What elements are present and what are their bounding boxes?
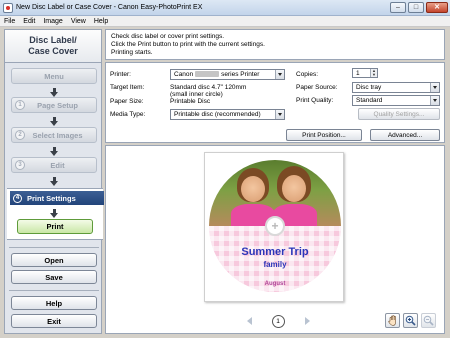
arrow-down-icon [50,117,58,126]
app-icon [3,2,13,13]
help-button[interactable]: Help [11,296,97,310]
menu-view[interactable]: View [67,18,90,25]
instruction-panel: Check disc label or cover print settings… [105,29,445,60]
print-quality-value: Standard [356,97,383,104]
advanced-button[interactable]: Advanced... [370,129,440,141]
copies-stepper[interactable]: 1 ▲ ▼ [352,68,378,78]
open-button[interactable]: Open [11,253,97,267]
media-type-label: Media Type: [110,111,146,118]
arrow-down-icon [50,177,58,186]
maximize-button[interactable]: □ [408,2,424,13]
disc-label-page: Summer Trip family August [204,152,344,302]
copies-value: 1 [356,69,360,77]
quality-settings-button[interactable]: Quality Settings... [358,108,440,120]
step-label: Page Setup [37,100,78,110]
page-number: 1 [271,314,285,328]
media-type-value: Printable disc (recommended) [174,111,261,118]
zoom-out-button[interactable] [421,313,436,328]
page-navigator: 1 [243,314,313,328]
menu-edit[interactable]: Edit [19,18,39,25]
chevron-down-icon [430,83,439,92]
step-label: Select Images [32,130,83,140]
minimize-button[interactable]: – [390,2,406,13]
step-number: 2 [15,130,25,140]
arrow-down-icon [50,209,58,218]
chevron-down-icon [275,110,284,119]
menu-file[interactable]: File [0,18,19,25]
paper-source-label: Paper Source: [296,84,338,91]
next-page-button[interactable] [301,315,313,327]
print-button[interactable]: Print [17,219,93,234]
arrow-down-icon [50,147,58,156]
zoom-in-icon [405,315,416,326]
sidebar-header: Disc Label/ Case Cover [5,30,101,63]
target-item-detail: (small inner circle) [170,91,223,98]
menu-image[interactable]: Image [39,18,66,25]
arrow-right-icon [304,317,310,325]
print-position-button[interactable]: Print Position... [286,129,362,141]
chevron-down-icon [275,70,284,79]
print-settings-panel: Printer: Canon series Printer Target Item… [105,62,445,143]
disc-month: August [264,281,286,287]
paper-source-select[interactable]: Disc tray [352,82,440,93]
step-print-settings[interactable]: 4 Print Settings [10,191,104,205]
disc-subtitle: family [263,260,287,269]
window-title: New Disc Label or Case Cover - Canon Eas… [16,4,203,11]
instruction-line: Check disc label or cover print settings… [111,33,225,40]
print-quality-label: Print Quality: [296,97,334,104]
hand-icon [387,315,396,326]
step-number: 4 [13,193,22,203]
sidebar-header-line2: Case Cover [28,46,78,56]
paper-size-label: Paper Size: [110,98,144,105]
menu-step-button[interactable]: Menu [11,68,97,84]
step-print-settings-panel: 4 Print Settings Print [7,188,104,240]
sidebar-header-line1: Disc Label/ [29,35,77,45]
disc-label-preview[interactable]: Summer Trip family August [209,160,341,292]
printer-value: Canon series Printer [174,71,260,78]
step-label: Print Settings [27,193,76,203]
instruction-line: Printing starts. [111,49,153,56]
previous-page-button[interactable] [243,315,255,327]
paper-size-value: Printable Disc [170,98,211,105]
print-quality-select[interactable]: Standard [352,95,440,106]
chevron-down-icon [430,96,439,105]
zoom-out-icon [423,315,434,326]
step-edit[interactable]: 3 Edit [11,157,97,173]
printer-select[interactable]: Canon series Printer [170,69,285,80]
stepper-arrows-icon[interactable]: ▲ ▼ [370,69,377,77]
menu-help[interactable]: Help [90,18,112,25]
paper-source-value: Disc tray [356,84,382,91]
hand-tool-button[interactable] [385,313,400,328]
save-button[interactable]: Save [11,270,97,284]
instruction-line: Click the Print button to print with the… [111,41,265,48]
menu-bar: File Edit Image View Help [0,16,450,27]
step-label: Edit [50,160,65,170]
step-page-setup[interactable]: 1 Page Setup [11,97,97,113]
step-sidebar: Disc Label/ Case Cover Menu 1 Page Setup… [4,29,104,334]
copies-label: Copies: [296,71,319,78]
zoom-in-button[interactable] [403,313,418,328]
arrow-left-icon [246,317,252,325]
exit-button[interactable]: Exit [11,314,97,328]
target-item-value: Standard disc 4.7" 120mm [170,84,247,91]
divider [9,247,99,248]
menu-step-label: Menu [44,71,64,81]
redacted-model [195,71,220,78]
disc-title: Summer Trip [241,246,309,258]
disc-center-hole [265,216,285,236]
printer-label: Printer: [110,71,131,78]
close-button[interactable]: ✕ [426,2,448,13]
divider [9,290,99,291]
preview-panel: Summer Trip family August 1 [105,145,445,334]
media-type-select[interactable]: Printable disc (recommended) [170,109,285,120]
step-select-images[interactable]: 2 Select Images [11,127,97,143]
step-number: 3 [15,160,25,170]
target-item-label: Target Item: [110,84,145,91]
step-number: 1 [15,100,25,110]
title-bar: New Disc Label or Case Cover - Canon Eas… [0,0,450,16]
